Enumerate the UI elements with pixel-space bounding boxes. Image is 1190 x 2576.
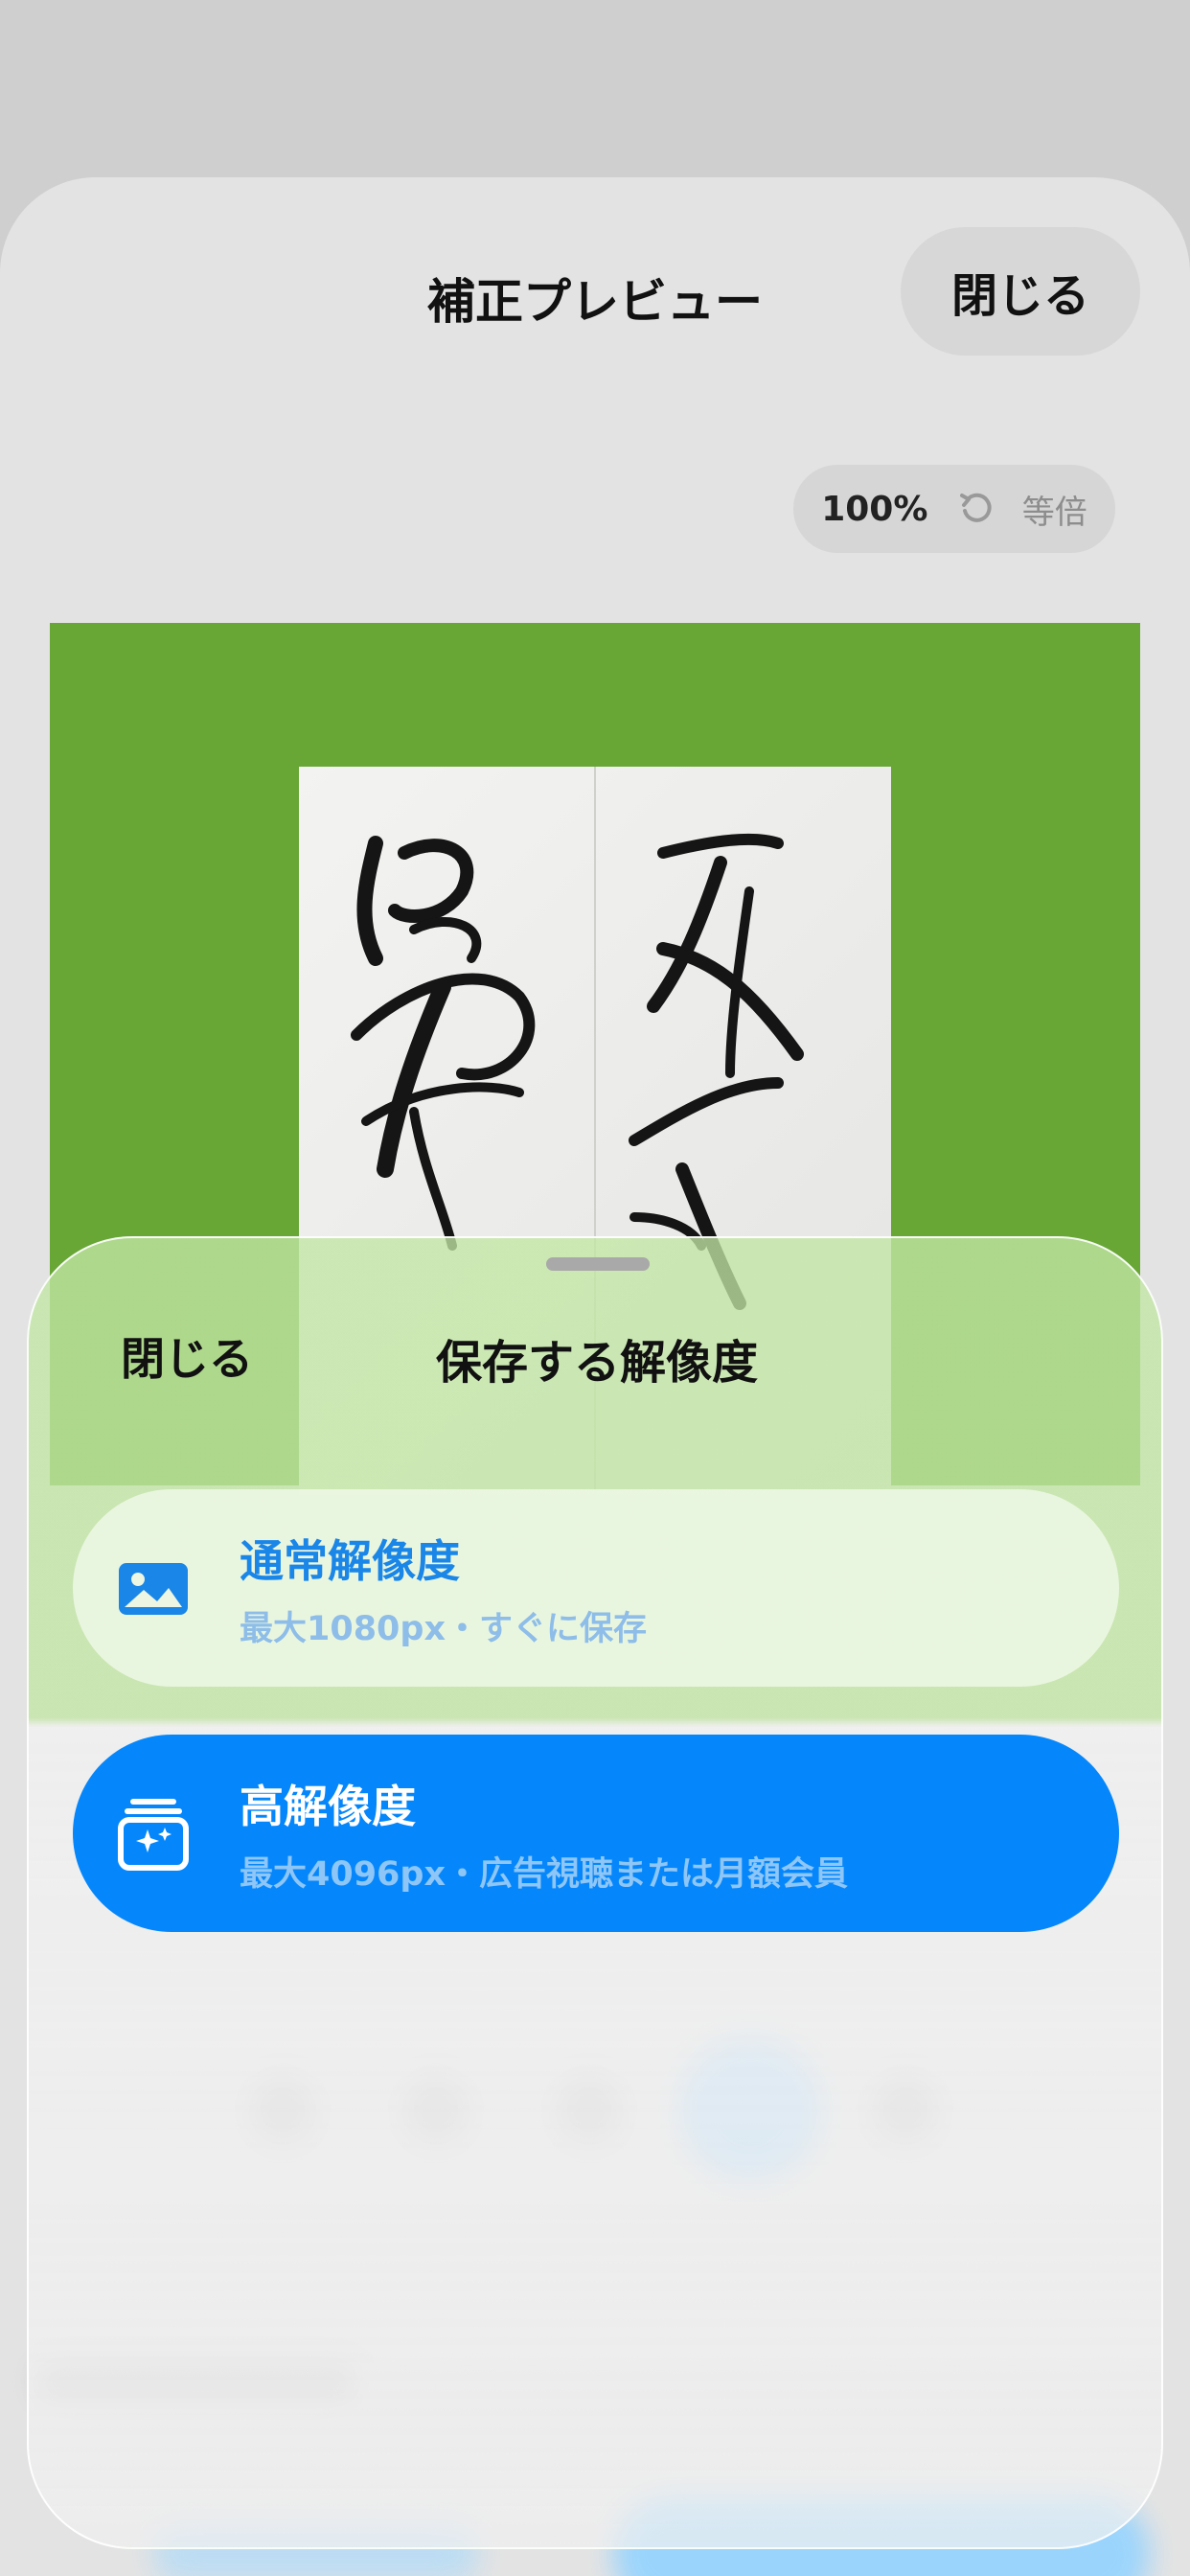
image-icon	[119, 1563, 188, 1615]
high-resolution-option[interactable]: 高解像度 最大4096px・広告視聴または月額会員	[73, 1735, 1119, 1932]
sheet-title: 保存する解像度	[435, 1336, 758, 1390]
resolution-sheet: 閉じる 保存する解像度 通常解像度 最大1080px・すぐに保存 高解像度 最大…	[27, 1236, 1163, 2549]
reset-icon[interactable]	[956, 490, 995, 528]
hd-sparkle-icon	[118, 1799, 189, 1871]
sheet-grabber[interactable]	[546, 1257, 650, 1271]
option-description: 最大1080px・すぐに保存	[240, 1609, 648, 1648]
zoom-reset-label[interactable]: 等倍	[1022, 486, 1087, 533]
normal-resolution-option[interactable]: 通常解像度 最大1080px・すぐに保存	[73, 1489, 1119, 1687]
zoom-value: 100%	[821, 489, 928, 529]
zoom-control[interactable]: 100% 等倍	[793, 465, 1115, 553]
close-button[interactable]: 閉じる	[901, 227, 1140, 356]
option-label: 高解像度	[240, 1780, 416, 1832]
option-description: 最大4096px・広告視聴または月額会員	[240, 1854, 849, 1894]
option-label: 通常解像度	[240, 1534, 460, 1587]
